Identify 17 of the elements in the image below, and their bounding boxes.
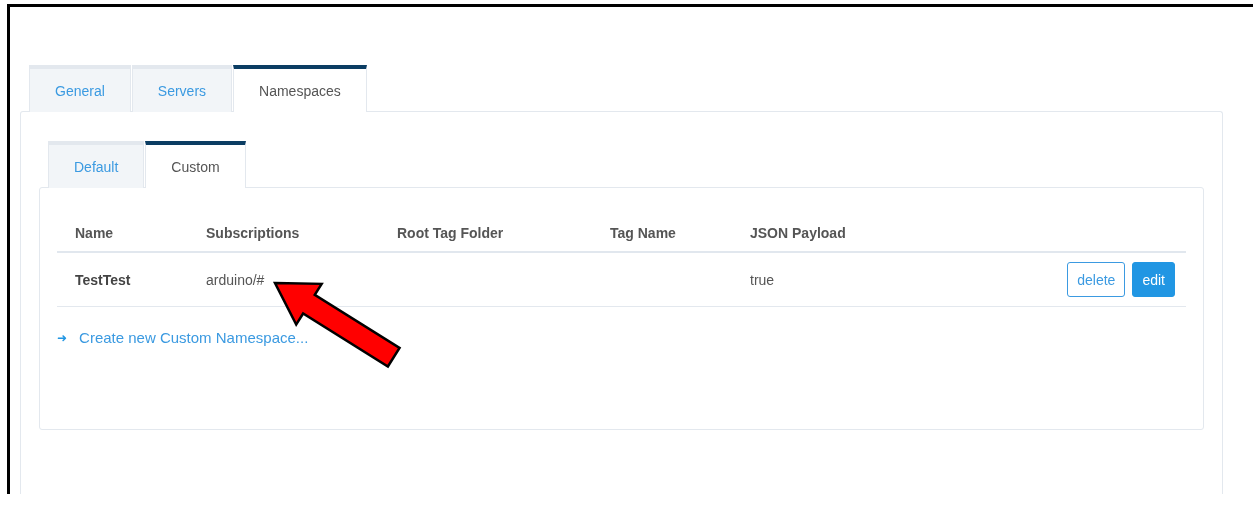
name-cell: TestTest: [75, 271, 131, 288]
column-header: Name: [75, 224, 114, 241]
tab[interactable]: General: [29, 65, 131, 112]
tab[interactable]: Servers: [131, 65, 233, 112]
column-header: Subscriptions: [206, 224, 300, 241]
tab[interactable]: Namespaces: [233, 65, 367, 112]
arrow-icon: ➜: [57, 330, 68, 345]
subscription-cell: arduino/#: [206, 271, 265, 288]
payload-cell: true: [750, 271, 775, 288]
column-header: Root Tag Folder: [397, 224, 504, 241]
tab[interactable]: Custom: [145, 141, 246, 188]
column-header: Tag Name: [610, 224, 676, 241]
column-header: JSON Payload: [750, 224, 846, 241]
tab[interactable]: Default: [48, 141, 145, 188]
edit-button[interactable]: edit: [1132, 262, 1175, 297]
create-namespace-link[interactable]: Create new Custom Namespace...: [79, 329, 309, 346]
delete-button[interactable]: delete: [1067, 262, 1126, 297]
